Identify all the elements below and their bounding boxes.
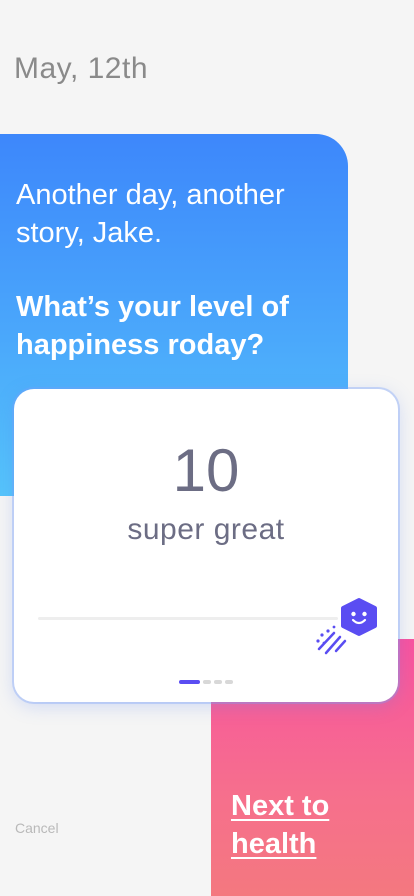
happiness-slider-handle[interactable] <box>314 597 380 657</box>
happiness-score: 10 <box>172 437 240 504</box>
happiness-question: What’s your level of happiness roday? <box>16 291 289 361</box>
page-indicator-dot <box>203 680 211 684</box>
happiness-slider-track[interactable] <box>38 617 338 620</box>
happiness-rating-card: 10 super great <box>14 389 398 702</box>
page-indicator-dot <box>214 680 222 684</box>
greeting-text: Another day, another story, Jake. <box>16 179 285 249</box>
cancel-button[interactable]: Cancel <box>15 820 59 836</box>
happy-hexagon-icon <box>316 598 377 655</box>
page-indicator-dot <box>225 680 233 684</box>
page-indicator-dot-active <box>179 680 200 684</box>
mood-label: super great <box>127 513 285 546</box>
next-to-health-link[interactable]: Next to health <box>231 787 401 863</box>
date-label: May, 12th <box>14 52 149 85</box>
page-indicator <box>179 680 233 684</box>
